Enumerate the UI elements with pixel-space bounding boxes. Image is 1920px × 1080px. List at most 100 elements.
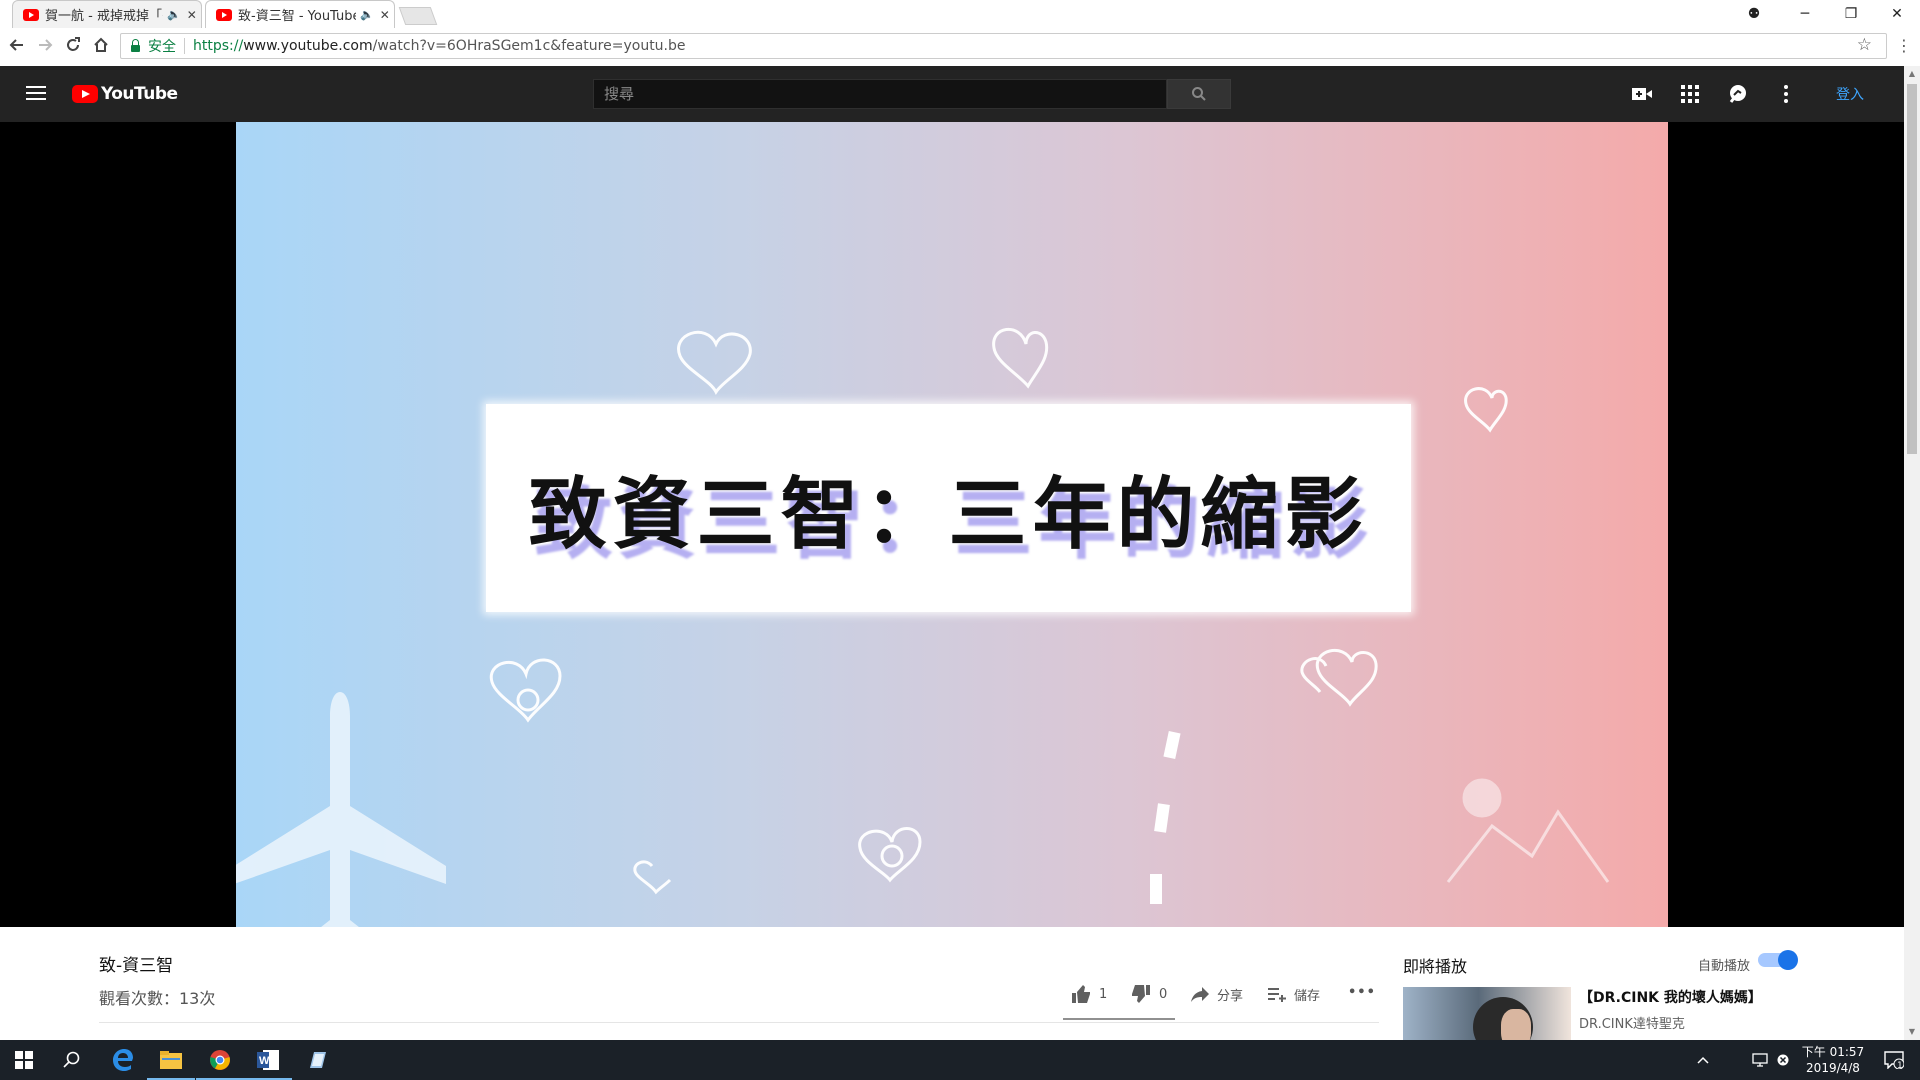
tab-title: 致-資三智 - YouTube <box>238 9 356 24</box>
search-icon[interactable] <box>48 1040 96 1080</box>
chrome-menu-icon[interactable]: ⋮ <box>1896 36 1912 55</box>
tab-title: 賀一航 - 戒掉戒掉「丟 <box>45 9 163 24</box>
clock-date[interactable]: 2019/4/8 <box>1798 1061 1868 1075</box>
url-host: www.youtube.com <box>243 38 373 54</box>
url-text[interactable]: https://www.youtube.com/watch?v=6OHraSGe… <box>193 38 686 54</box>
notepad-icon[interactable] <box>293 1040 341 1080</box>
signin-link[interactable]: 登入 <box>1836 84 1864 104</box>
url-scheme: https:// <box>193 38 244 54</box>
page-scrollbar[interactable]: ▲ ▼ <box>1904 66 1920 1040</box>
lock-icon <box>131 38 140 52</box>
playlist-add-icon <box>1268 987 1286 1002</box>
bookmark-star-icon[interactable]: ☆ <box>1857 35 1872 55</box>
divider <box>184 38 185 54</box>
heart-icon <box>992 327 1049 389</box>
messages-icon[interactable] <box>1726 82 1750 106</box>
search-input[interactable]: 搜尋 <box>593 79 1167 109</box>
hamburger-menu-icon[interactable] <box>26 86 46 100</box>
youtube-play-icon <box>72 85 98 103</box>
recommended-channel[interactable]: DR.CINK達特聖克 <box>1579 1013 1685 1032</box>
notification-count: 1 <box>1897 1061 1903 1071</box>
windows-taskbar: W 下午 01:57 2019/4/8 1 <box>0 1040 1920 1080</box>
thumbs-down-icon <box>1132 985 1150 1003</box>
more-actions-icon[interactable]: ••• <box>1348 985 1376 1000</box>
heart-icon <box>858 827 922 883</box>
dislike-button[interactable]: 0 <box>1131 985 1167 1003</box>
volume-muted-icon[interactable] <box>1768 1040 1798 1080</box>
settings-dots-icon[interactable] <box>1774 82 1798 106</box>
youtube-favicon-icon <box>23 8 39 21</box>
scroll-up-arrow-icon[interactable]: ▲ <box>1904 66 1920 82</box>
home-icon[interactable] <box>91 36 111 56</box>
scrollbar-thumb[interactable] <box>1907 84 1917 454</box>
clock-time[interactable]: 下午 01:57 <box>1798 1043 1868 1060</box>
scroll-down-arrow-icon[interactable]: ▼ <box>1904 1024 1920 1040</box>
youtube-wordmark: YouTube <box>101 84 178 104</box>
title-card-text: 致資三智：三年的縮影 <box>528 470 1369 560</box>
video-title: 致-資三智 <box>99 956 174 976</box>
edge-icon[interactable] <box>99 1040 147 1080</box>
up-next-heading: 即將播放 <box>1403 957 1468 976</box>
autoplay-toggle[interactable] <box>1758 950 1798 970</box>
forward-arrow-icon[interactable] <box>35 36 55 56</box>
like-count: 1 <box>1099 986 1108 1002</box>
tab-close-icon[interactable]: ✕ <box>380 8 390 22</box>
windows-start-icon[interactable] <box>0 1040 48 1080</box>
divider <box>99 1022 1379 1023</box>
youtube-favicon-icon <box>216 8 232 21</box>
heart-icon <box>633 860 672 895</box>
search-icon <box>1192 87 1206 101</box>
back-arrow-icon[interactable] <box>7 36 27 56</box>
heart-icon <box>677 330 752 395</box>
speaker-icon[interactable]: 🔈 <box>360 8 374 21</box>
title-card: 致資三智：三年的縮影 <box>486 404 1411 612</box>
browser-tab-2[interactable]: 致-資三智 - YouTube 🔈 ✕ <box>205 0 395 28</box>
share-icon <box>1191 986 1209 1002</box>
account-icon[interactable]: ⚉ <box>1731 0 1777 28</box>
recommended-title[interactable]: 【DR.CINK 我的壞人媽媽】 <box>1579 987 1762 1007</box>
notifications-icon[interactable]: 1 <box>1872 1040 1916 1080</box>
dislike-count: 0 <box>1159 986 1168 1002</box>
airplane-icon <box>236 692 446 927</box>
road-dashes-icon <box>1150 731 1181 904</box>
address-bar[interactable]: 安全 https://www.youtube.com/watch?v=6OHra… <box>120 33 1887 59</box>
browser-toolbar: 安全 https://www.youtube.com/watch?v=6OHra… <box>0 28 1920 67</box>
youtube-logo[interactable]: YouTube <box>72 84 178 104</box>
like-button[interactable]: 1 <box>1071 985 1107 1003</box>
share-label: 分享 <box>1217 989 1244 1004</box>
autoplay-label: 自動播放 <box>1698 959 1751 974</box>
word-icon[interactable]: W <box>244 1040 292 1080</box>
heart-icon <box>1464 387 1508 433</box>
reload-icon[interactable] <box>63 36 83 56</box>
url-path: /watch?v=6OHraSGem1c&feature=youtu.be <box>372 38 686 54</box>
video-player[interactable]: 致資三智：三年的縮影 <box>0 122 1904 927</box>
minimize-button[interactable]: ─ <box>1782 0 1828 28</box>
browser-tab-strip: 賀一航 - 戒掉戒掉「丟 🔈 ✕ 致-資三智 - YouTube 🔈 ✕ ⚉ ─… <box>0 0 1920 28</box>
svg-text:W: W <box>259 1055 270 1067</box>
thumbs-up-icon <box>1072 985 1090 1003</box>
file-explorer-icon[interactable] <box>147 1040 195 1080</box>
tab-close-icon[interactable]: ✕ <box>187 8 197 22</box>
speaker-icon[interactable]: 🔈 <box>167 8 181 21</box>
restore-button[interactable]: ❐ <box>1828 0 1874 28</box>
recommended-thumbnail[interactable] <box>1403 987 1571 1040</box>
heart-icon <box>1315 649 1378 707</box>
video-frame[interactable]: 致資三智：三年的縮影 <box>236 122 1668 927</box>
create-video-icon[interactable] <box>1630 82 1654 106</box>
show-hidden-icons-chevron-icon[interactable] <box>1688 1040 1718 1080</box>
save-button[interactable]: 儲存 <box>1268 985 1320 1004</box>
save-label: 儲存 <box>1294 989 1321 1004</box>
heart-icon <box>1300 657 1328 693</box>
search-button[interactable] <box>1167 79 1231 109</box>
view-count: 觀看次數：13次 <box>99 989 216 1008</box>
secure-label: 安全 <box>148 39 176 55</box>
browser-tab-1[interactable]: 賀一航 - 戒掉戒掉「丟 🔈 ✕ <box>12 0 202 28</box>
youtube-masthead: YouTube 搜尋 登入 <box>0 66 1904 122</box>
apps-grid-icon[interactable] <box>1678 82 1702 106</box>
chrome-icon[interactable] <box>196 1040 244 1080</box>
share-button[interactable]: 分享 <box>1191 985 1243 1004</box>
close-window-button[interactable]: ✕ <box>1874 0 1920 28</box>
new-tab-button[interactable] <box>398 7 438 25</box>
sentiment-bar <box>1063 1018 1175 1020</box>
video-info-section: 致-資三智 觀看次數：13次 1 0 分享 儲存 ••• 即將播放 自動播放 【… <box>0 927 1904 1040</box>
